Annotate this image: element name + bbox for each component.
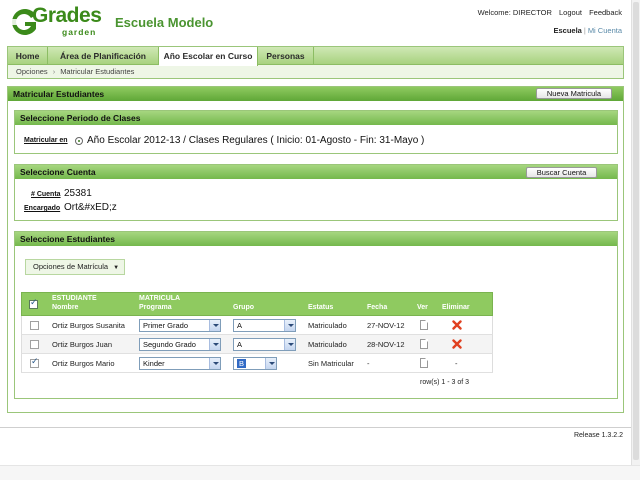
group-select-value: B — [237, 359, 247, 368]
chevron-down-icon: ▼ — [113, 265, 120, 271]
program-select[interactable]: Kinder — [139, 357, 221, 370]
table-row: Ortiz Burgos Juan Segundo Grado A Matric… — [21, 335, 493, 354]
period-label: Matricular en — [24, 137, 68, 144]
program-select-value: Primer Grado — [143, 321, 189, 330]
tab-planificacion[interactable]: Área de Planificación — [48, 47, 159, 65]
student-name: Ortiz Burgos Mario — [52, 359, 115, 368]
program-select[interactable]: Primer Grado — [139, 319, 221, 332]
vertical-scrollbar[interactable] — [631, 0, 640, 465]
group-select-value: A — [237, 340, 243, 349]
period-value: Año Escolar 2012-13 / Clases Regulares (… — [87, 135, 425, 146]
date-text: - — [367, 359, 370, 368]
program-select-value: Segundo Grado — [143, 340, 196, 349]
table-row: Ortiz Burgos Susanita Primer Grado A Mat… — [21, 316, 493, 335]
col-student-subheader: Nombre — [52, 304, 79, 311]
my-account-link[interactable]: Mi Cuenta — [588, 26, 622, 35]
group-select-value: A — [237, 321, 243, 330]
group-select[interactable]: A — [233, 338, 296, 351]
period-section: Seleccione Periodo de Clases Matricular … — [14, 110, 618, 154]
group-select[interactable]: A — [233, 319, 296, 332]
top-links: Welcome: DIRECTOR Logout Feedback — [473, 8, 622, 17]
new-enrollment-button[interactable]: Nueva Matricula — [536, 88, 612, 99]
col-delete-header: Eliminar — [442, 304, 470, 311]
account-number-label: # Cuenta — [31, 191, 61, 198]
group-select[interactable]: B — [233, 357, 277, 370]
enrollment-options-button[interactable]: Opciones de Matrícula ▼ — [25, 259, 125, 275]
breadcrumb-opciones[interactable]: Opciones — [16, 67, 48, 76]
program-select[interactable]: Segundo Grado — [139, 338, 221, 351]
col-status-header: Estatus — [308, 304, 334, 311]
delete-placeholder: - — [455, 359, 458, 368]
select-all-checkbox[interactable] — [29, 298, 38, 309]
tab-home[interactable]: Home — [8, 47, 48, 65]
row-checkbox[interactable] — [30, 321, 39, 330]
students-section-title: Seleccione Estudiantes — [15, 232, 617, 246]
page-title: Matricular Estudiantes — [8, 87, 623, 101]
student-name: Ortiz Burgos Juan — [52, 340, 113, 349]
period-radio[interactable] — [75, 137, 83, 145]
date-text: 28-NOV-12 — [367, 340, 405, 349]
col-view-header: Ver — [417, 304, 428, 311]
chevron-down-icon — [209, 339, 220, 350]
document-icon[interactable] — [420, 320, 428, 330]
scrollbar-thumb[interactable] — [633, 2, 639, 460]
enrollment-options-label: Opciones de Matrícula — [33, 262, 109, 271]
logo-wordmark: Grades — [32, 4, 102, 27]
footer-divider — [0, 427, 632, 428]
bottom-strip — [0, 465, 640, 480]
tab-ano-escolar[interactable]: Año Escolar en Curso — [159, 47, 258, 66]
logo-subtitle: garden — [62, 27, 97, 37]
chevron-down-icon — [209, 358, 220, 369]
chevron-down-icon — [284, 320, 295, 331]
student-name: Ortiz Burgos Susanita — [52, 321, 125, 330]
pagination-text: row(s) 1 - 3 of 3 — [420, 379, 470, 386]
program-select-value: Kinder — [143, 359, 165, 368]
logout-link[interactable]: Logout — [559, 8, 582, 17]
logo[interactable]: Grades garden — [6, 4, 104, 38]
table-row: Ortiz Burgos Mario Kinder B Sin Matricul… — [21, 354, 493, 373]
delete-icon[interactable] — [452, 320, 462, 330]
main-nav: Home Área de Planificación Año Escolar e… — [7, 46, 624, 79]
welcome-text: Welcome: DIRECTOR — [477, 8, 552, 17]
col-group-header: Grupo — [233, 304, 254, 311]
school-name: Escuela Modelo — [115, 15, 214, 30]
status-text: Sin Matricular — [308, 359, 354, 368]
delete-icon[interactable] — [452, 339, 462, 349]
account-number: 25381 — [64, 188, 92, 199]
breadcrumb-current: Matricular Estudiantes — [60, 67, 135, 76]
date-text: 27-NOV-12 — [367, 321, 405, 330]
document-icon[interactable] — [420, 339, 428, 349]
search-account-button[interactable]: Buscar Cuenta — [526, 167, 597, 178]
tab-personas[interactable]: Personas — [258, 47, 314, 65]
row-checkbox[interactable] — [30, 357, 39, 368]
chevron-down-icon — [265, 358, 276, 369]
breadcrumb: Opciones › Matricular Estudiantes — [16, 67, 134, 76]
school-switcher: Escuela | Mi Cuenta — [553, 26, 623, 35]
enroll-panel: Matricular Estudiantes Nueva Matricula S… — [7, 86, 624, 413]
students-section: Seleccione Estudiantes Opciones de Matrí… — [14, 231, 618, 399]
col-enroll-header: MATRICULA — [139, 295, 181, 302]
current-school-link[interactable]: Escuela — [554, 26, 582, 35]
table-header: ESTUDIANTE Nombre MATRICULA Programa Gru… — [21, 292, 493, 316]
col-program-header: Programa — [139, 304, 172, 311]
status-text: Matriculado — [308, 321, 347, 330]
feedback-link[interactable]: Feedback — [589, 8, 622, 17]
col-student-header: ESTUDIANTE — [52, 295, 97, 302]
chevron-down-icon — [209, 320, 220, 331]
col-date-header: Fecha — [367, 304, 388, 311]
period-section-title: Seleccione Periodo de Clases — [15, 111, 617, 125]
account-section: Seleccione Cuenta Buscar Cuenta # Cuenta… — [14, 164, 618, 221]
status-text: Matriculado — [308, 340, 347, 349]
guardian-label: Encargado — [24, 205, 61, 212]
breadcrumb-separator-icon: › — [52, 67, 56, 76]
row-checkbox[interactable] — [30, 340, 39, 349]
guardian-name: Ort&#xED;z — [64, 202, 117, 213]
document-icon[interactable] — [420, 358, 428, 368]
nav-tabs: Home Área de Planificación Año Escolar e… — [8, 47, 623, 66]
chevron-down-icon — [284, 339, 295, 350]
release-version: Release 1.3.2.2 — [573, 432, 623, 439]
